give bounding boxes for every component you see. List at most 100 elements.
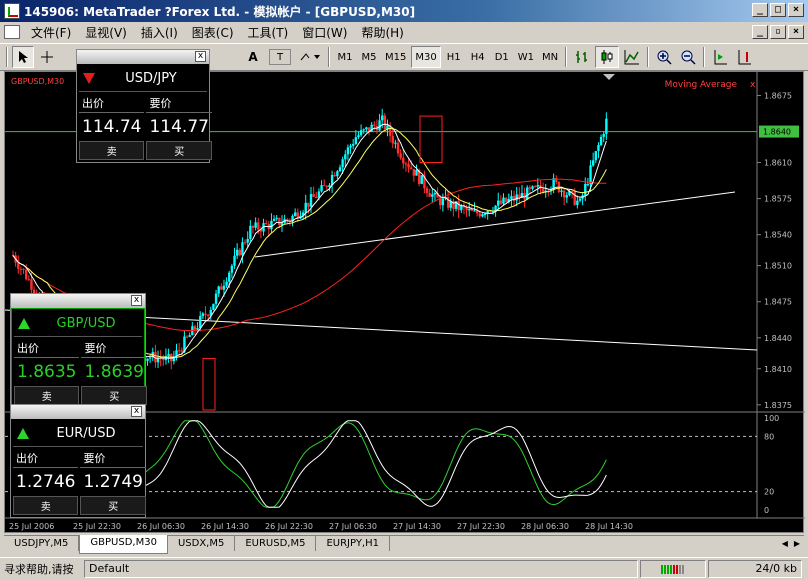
autoscroll-button[interactable] bbox=[709, 46, 731, 68]
tab-eurusd-m5[interactable]: EURUSD,M5 bbox=[235, 536, 317, 551]
candle-body bbox=[272, 218, 276, 221]
candle-body bbox=[162, 359, 165, 361]
quote-panel-usdjpy[interactable]: x USD/JPY 出价 要价 114.74 114.77 卖 买 bbox=[76, 49, 212, 163]
menu-insert[interactable]: 插入(I) bbox=[134, 24, 185, 41]
candle-body bbox=[148, 357, 152, 359]
tf-m1[interactable]: M1 bbox=[334, 46, 356, 68]
panel-header[interactable]: x bbox=[11, 294, 145, 308]
buy-button[interactable]: 买 bbox=[146, 141, 212, 160]
tf-w1[interactable]: W1 bbox=[515, 46, 537, 68]
menu-help[interactable]: 帮助(H) bbox=[354, 24, 410, 41]
panel-header[interactable]: x bbox=[77, 50, 209, 64]
candle-body bbox=[402, 157, 405, 164]
bid-price: 1.8635 bbox=[17, 362, 77, 382]
tf-m15[interactable]: M15 bbox=[382, 46, 409, 68]
doc-restore-button[interactable]: ▫ bbox=[770, 25, 786, 39]
doc-close-button[interactable]: × bbox=[788, 25, 804, 39]
zoom-out-icon bbox=[681, 50, 696, 65]
candle-body bbox=[228, 272, 231, 282]
time-tick-label: 26 Jul 06:30 bbox=[137, 522, 185, 531]
tab-gbpusd-m30[interactable]: GBPUSD,M30 bbox=[79, 535, 168, 554]
tab-scroll-left-icon[interactable]: ◀ bbox=[782, 539, 788, 548]
shapes-dropdown-button[interactable] bbox=[296, 46, 324, 68]
tf-h1[interactable]: H1 bbox=[443, 46, 465, 68]
text-tool-button[interactable]: A bbox=[242, 46, 264, 68]
candle-body bbox=[578, 198, 582, 201]
panel-close-icon[interactable]: x bbox=[131, 295, 142, 306]
document-icon[interactable] bbox=[4, 25, 20, 39]
sell-button[interactable]: 卖 bbox=[79, 141, 145, 160]
candle-body bbox=[278, 217, 281, 226]
close-button[interactable]: × bbox=[788, 3, 804, 17]
candle-chart-button[interactable] bbox=[595, 46, 620, 68]
sell-button[interactable]: 卖 bbox=[14, 386, 80, 405]
zoom-out-button[interactable] bbox=[677, 46, 699, 68]
zoom-in-button[interactable] bbox=[653, 46, 675, 68]
panel-header[interactable]: x bbox=[11, 405, 145, 419]
candle-body bbox=[531, 186, 534, 189]
status-help-text: 寻求帮助,请按 bbox=[4, 562, 74, 576]
candle-body bbox=[307, 202, 310, 207]
candle-body bbox=[304, 202, 307, 213]
crosshair-icon bbox=[41, 51, 53, 63]
candle-body bbox=[602, 133, 605, 137]
candle-body bbox=[383, 115, 387, 130]
candle-body bbox=[576, 200, 579, 205]
panel-symbol: USD/JPY bbox=[125, 71, 177, 86]
current-price-label: 1.8640 bbox=[763, 128, 791, 137]
candle-body bbox=[320, 185, 323, 192]
time-tick-label: 27 Jul 14:30 bbox=[393, 522, 441, 531]
candle-body bbox=[536, 185, 539, 187]
crosshair-tool-button[interactable] bbox=[36, 46, 58, 68]
doc-minimize-button[interactable]: _ bbox=[752, 25, 768, 39]
candle-body bbox=[27, 279, 31, 281]
candle-body bbox=[249, 225, 252, 239]
tf-h4[interactable]: H4 bbox=[467, 46, 489, 68]
status-bar: 寻求帮助,请按 Default 24/0 kb bbox=[0, 557, 808, 579]
tf-mn[interactable]: MN bbox=[539, 46, 561, 68]
quote-panel-gbpusd[interactable]: x GBP/USD 出价 要价 1.8635 1.8639 卖 买 bbox=[10, 293, 147, 409]
candle-body bbox=[177, 350, 181, 352]
tab-scroll-right-icon[interactable]: ▶ bbox=[794, 539, 800, 548]
panel-close-icon[interactable]: x bbox=[195, 51, 206, 62]
tf-d1[interactable]: D1 bbox=[491, 46, 513, 68]
menu-window[interactable]: 窗口(W) bbox=[295, 24, 354, 41]
quote-panel-eurusd[interactable]: x EUR/USD 出价 要价 1.2746 1.2749 卖 买 bbox=[10, 404, 146, 518]
buy-button[interactable]: 买 bbox=[80, 496, 146, 515]
candle-body bbox=[196, 328, 199, 330]
candle-body bbox=[497, 200, 500, 206]
time-tick-label: 27 Jul 06:30 bbox=[329, 522, 377, 531]
chart-shift-button[interactable] bbox=[733, 46, 755, 68]
cursor-tool-button[interactable] bbox=[12, 46, 34, 68]
sell-button[interactable]: 卖 bbox=[13, 496, 79, 515]
candle-body bbox=[264, 223, 268, 225]
maximize-button[interactable]: □ bbox=[770, 3, 786, 17]
candle-body bbox=[22, 268, 25, 270]
tf-m30[interactable]: M30 bbox=[411, 46, 441, 68]
menu-tools[interactable]: 工具(T) bbox=[241, 24, 296, 41]
menu-charts[interactable]: 图表(C) bbox=[185, 24, 241, 41]
menu-view[interactable]: 显视(V) bbox=[78, 24, 134, 41]
candle-body bbox=[286, 219, 289, 221]
candle-body bbox=[425, 188, 429, 193]
candle-body bbox=[504, 197, 508, 202]
candlestick-icon bbox=[601, 50, 613, 64]
candle-body bbox=[336, 171, 339, 177]
menu-file[interactable]: 文件(F) bbox=[24, 24, 78, 41]
tab-usdjpy-m5[interactable]: USDJPY,M5 bbox=[4, 536, 80, 551]
autoscroll-icon bbox=[714, 50, 728, 65]
candle-body bbox=[312, 194, 315, 197]
buy-button[interactable]: 买 bbox=[81, 386, 147, 405]
panel-close-icon[interactable]: x bbox=[131, 406, 142, 417]
highlight-box-low bbox=[202, 357, 216, 411]
price-tick-label: 1.8675 bbox=[764, 91, 792, 100]
candle-body bbox=[457, 201, 460, 211]
line-chart-button[interactable] bbox=[621, 46, 643, 68]
price-tick-label: 1.8375 bbox=[764, 401, 792, 410]
tf-m5[interactable]: M5 bbox=[358, 46, 380, 68]
tab-eurjpy-h1[interactable]: EURJPY,H1 bbox=[316, 536, 390, 551]
bar-chart-button[interactable] bbox=[571, 46, 593, 68]
tab-usdx-m5[interactable]: USDX,M5 bbox=[168, 536, 236, 551]
minimize-button[interactable]: _ bbox=[752, 3, 768, 17]
label-tool-button[interactable]: T bbox=[269, 49, 291, 65]
